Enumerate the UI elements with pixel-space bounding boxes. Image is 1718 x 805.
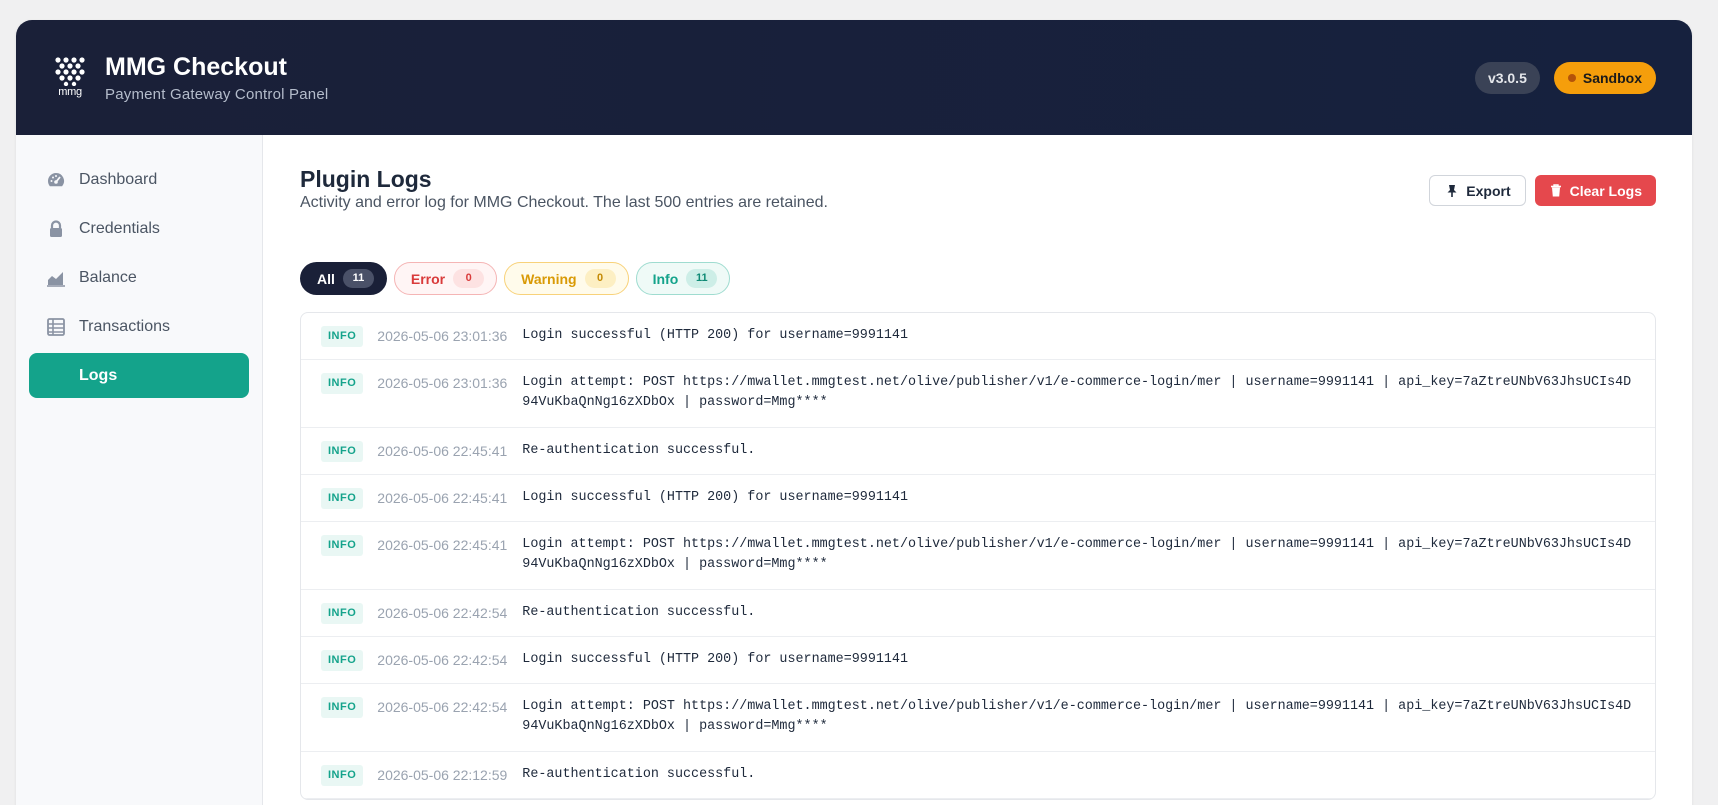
sidebar-item-balance[interactable]: Balance: [29, 255, 249, 300]
sidebar: Dashboard Credentials Balance Transactio…: [16, 135, 263, 805]
log-level-badge: INFO: [321, 603, 364, 624]
filter-count: 0: [453, 269, 485, 288]
chart-icon: [46, 268, 66, 288]
log-row: INFO 2026-05-06 22:45:41 Login attempt: …: [301, 522, 1655, 590]
log-message: Login attempt: POST https://mwallet.mmgt…: [522, 537, 1632, 572]
log-timestamp: 2026-05-06 23:01:36: [377, 375, 508, 391]
clear-logs-button[interactable]: Clear Logs: [1534, 175, 1656, 206]
log-level-badge: INFO: [321, 650, 364, 671]
filter-count: 11: [342, 269, 374, 288]
log-message: Login successful (HTTP 200) for username…: [522, 652, 908, 667]
page-description: Activity and error log for MMG Checkout.…: [300, 194, 828, 211]
version-badge: v3.0.5: [1474, 62, 1540, 94]
page-title: Plugin Logs: [300, 166, 432, 192]
logo-text: mmg: [58, 85, 82, 98]
lock-icon: [46, 219, 66, 239]
brand: MMG Checkout Payment Gateway Control Pan…: [105, 52, 328, 103]
log-timestamp: 2026-05-06 22:12:59: [377, 767, 508, 783]
page-header: Plugin Logs Activity and error log for M…: [300, 135, 1656, 245]
sidebar-item-label: Credentials: [79, 219, 160, 237]
log-message: Re-authentication successful.: [522, 443, 756, 458]
export-label: Export: [1466, 182, 1511, 199]
filter-label: Error: [410, 270, 446, 287]
pin-icon: [1447, 184, 1457, 197]
log-timestamp: 2026-05-06 22:45:41: [377, 490, 508, 506]
log-level-badge: INFO: [321, 488, 364, 509]
app-subtitle: Payment Gateway Control Panel: [105, 86, 329, 103]
filter-error[interactable]: Error 0: [393, 262, 498, 295]
log-row: INFO 2026-05-06 23:01:36 Login attempt: …: [301, 360, 1655, 428]
log-timestamp: 2026-05-06 22:42:54: [377, 652, 508, 668]
clear-logs-label: Clear Logs: [1569, 182, 1642, 199]
log-list: INFO 2026-05-06 23:01:36 Login successfu…: [300, 312, 1656, 800]
log-row: INFO 2026-05-06 22:42:54 Login successfu…: [301, 637, 1655, 684]
log-row: INFO 2026-05-06 22:42:54 Login attempt: …: [301, 684, 1655, 752]
logo-dots-icon: [55, 56, 85, 86]
log-timestamp: 2026-05-06 22:45:41: [377, 537, 508, 553]
log-row: INFO 2026-05-06 22:42:54 Re-authenticati…: [301, 590, 1655, 637]
sidebar-item-label: Transactions: [79, 317, 170, 335]
environment-badge: Sandbox: [1553, 62, 1656, 94]
trash-icon: [1550, 184, 1561, 197]
header-badges: v3.0.5 Sandbox: [1474, 62, 1656, 94]
filter-info[interactable]: Info 11: [635, 262, 731, 295]
filter-label: Warning: [521, 270, 577, 287]
log-message: Login attempt: POST https://mwallet.mmgt…: [522, 375, 1632, 410]
log-row: INFO 2026-05-06 22:45:41 Login successfu…: [301, 475, 1655, 522]
log-row: INFO 2026-05-06 23:01:36 Login successfu…: [301, 313, 1655, 360]
sidebar-item-credentials[interactable]: Credentials: [29, 206, 249, 251]
log-message: Re-authentication successful.: [522, 767, 756, 782]
sidebar-item-label: Balance: [79, 268, 137, 286]
log-level-badge: INFO: [321, 373, 364, 394]
app-header: mmg MMG Checkout Payment Gateway Control…: [16, 20, 1692, 135]
log-level-badge: INFO: [321, 765, 364, 786]
list-icon: [46, 317, 66, 337]
page-actions: Export Clear Logs: [1429, 175, 1656, 206]
filter-all[interactable]: All 11: [300, 262, 387, 295]
log-message: Login successful (HTTP 200) for username…: [522, 490, 908, 505]
gauge-icon: [46, 170, 66, 190]
environment-label: Sandbox: [1582, 70, 1642, 86]
log-row: INFO 2026-05-06 22:12:59 Re-authenticati…: [301, 752, 1655, 799]
log-timestamp: 2026-05-06 22:45:41: [377, 443, 508, 459]
export-button[interactable]: Export: [1429, 175, 1526, 206]
filter-count: 11: [686, 269, 718, 288]
log-timestamp: 2026-05-06 22:42:54: [377, 605, 508, 621]
main-content: Plugin Logs Activity and error log for M…: [264, 135, 1692, 805]
log-level-badge: INFO: [321, 326, 364, 347]
log-level-badge: INFO: [321, 535, 364, 556]
app-window: mmg MMG Checkout Payment Gateway Control…: [16, 20, 1692, 805]
log-message: Login attempt: POST https://mwallet.mmgt…: [522, 699, 1632, 734]
filter-warning[interactable]: Warning 0: [504, 262, 629, 295]
filter-count: 0: [584, 269, 616, 288]
log-row: INFO 2026-05-06 22:45:41 Re-authenticati…: [301, 428, 1655, 475]
sidebar-item-label: Logs: [79, 366, 118, 384]
log-message: Re-authentication successful.: [522, 605, 756, 620]
sidebar-item-transactions[interactable]: Transactions: [29, 304, 249, 349]
app-title: MMG Checkout: [105, 53, 287, 81]
log-level-badge: INFO: [321, 697, 364, 718]
log-message: Login successful (HTTP 200) for username…: [522, 328, 908, 343]
mmg-logo: mmg: [52, 56, 88, 100]
log-timestamp: 2026-05-06 22:42:54: [377, 699, 508, 715]
log-filters: All 11 Error 0 Warning 0 Info 11: [300, 262, 1656, 295]
sidebar-item-logs[interactable]: Logs: [29, 353, 249, 398]
filter-label: Info: [652, 270, 679, 287]
status-dot-icon: [1567, 74, 1576, 82]
log-level-badge: INFO: [321, 441, 364, 462]
log-timestamp: 2026-05-06 23:01:36: [377, 328, 508, 344]
sidebar-item-label: Dashboard: [79, 170, 158, 188]
sidebar-item-dashboard[interactable]: Dashboard: [29, 157, 249, 202]
filter-label: All: [317, 270, 335, 287]
